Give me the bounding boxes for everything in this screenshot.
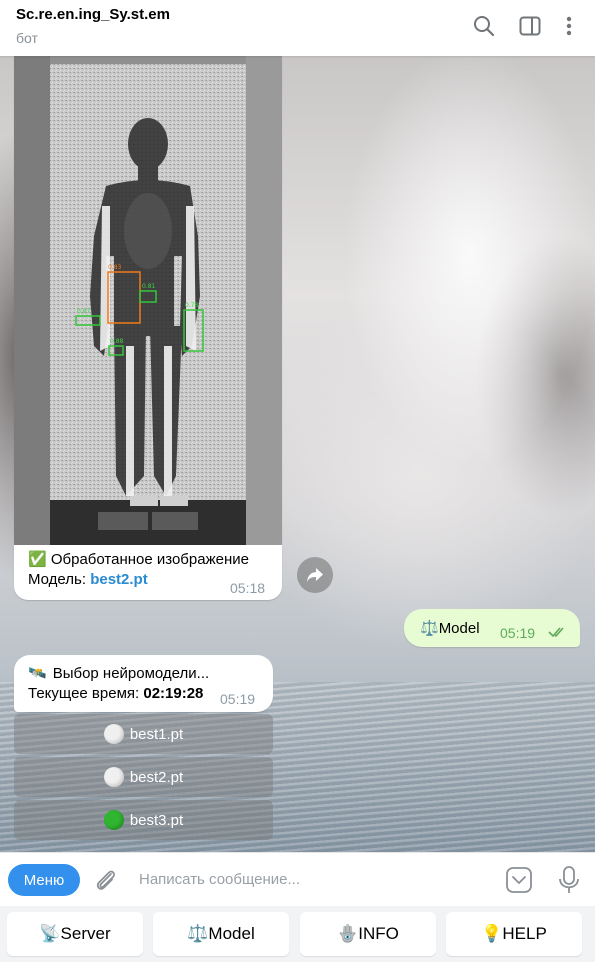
light-bulb-emoji: 💡 bbox=[481, 924, 503, 943]
caption-text: Обработанное изображение bbox=[50, 551, 249, 568]
outgoing-message[interactable]: ⚖️ Model 05:19 bbox=[404, 609, 580, 647]
chat-subtitle: бот bbox=[16, 30, 38, 46]
message-time: 05:19 bbox=[220, 691, 256, 707]
reply-button-help[interactable]: 💡 HELP bbox=[446, 912, 582, 956]
inline-button-best3[interactable]: best3.pt bbox=[14, 800, 273, 840]
reply-button-info[interactable]: 🪬 INFO bbox=[300, 912, 436, 956]
reply-button-label: Model bbox=[208, 924, 255, 943]
image-caption: ✅ Обработанное изображение Модель: best2… bbox=[28, 550, 249, 590]
more-vertical-icon[interactable] bbox=[555, 12, 583, 40]
satellite-emoji: 🛰️ bbox=[28, 665, 47, 682]
reply-button-label: HELP bbox=[502, 924, 547, 943]
white-circle-icon bbox=[103, 767, 124, 787]
green-circle-icon bbox=[103, 810, 124, 830]
message-time: 05:18 bbox=[230, 580, 266, 596]
scales-emoji: ⚖️ bbox=[420, 620, 439, 637]
detection-label: 0.87 bbox=[77, 308, 91, 315]
inline-button-label: best3.pt bbox=[129, 811, 184, 829]
incoming-message[interactable]: 🛰️ Выбор нейромодели... Текущее время: 0… bbox=[14, 655, 273, 712]
bot-keyboard-toggle-icon[interactable] bbox=[505, 866, 533, 899]
detection-label: 0.83 bbox=[108, 264, 122, 271]
attach-icon[interactable] bbox=[92, 866, 118, 899]
detection-label: 0.78 bbox=[185, 302, 199, 309]
reply-button-label: Server bbox=[60, 924, 111, 943]
read-checkmarks-icon bbox=[548, 627, 564, 638]
check-emoji: ✅ bbox=[28, 551, 47, 568]
chat-header: Sc.re.en.ing_Sy.st.em бот bbox=[0, 0, 595, 56]
reply-button-label: INFO bbox=[358, 924, 399, 943]
sidebar-panel-icon[interactable] bbox=[516, 12, 544, 40]
current-time-label: Текущее время: bbox=[28, 685, 140, 702]
inline-button-best1[interactable]: best1.pt bbox=[14, 714, 273, 754]
current-time-value: 02:19:28 bbox=[143, 685, 204, 702]
forward-button[interactable] bbox=[297, 557, 333, 593]
message-time: 05:19 bbox=[500, 625, 536, 641]
inline-button-label: best1.pt bbox=[129, 725, 184, 743]
message-input-bar: Меню Написать сообщение... bbox=[0, 852, 595, 907]
forward-icon bbox=[307, 568, 323, 582]
detection-label: 0.88 bbox=[110, 338, 124, 345]
inline-button-label: best2.pt bbox=[129, 768, 184, 786]
detection-label: 0.81 bbox=[142, 283, 156, 290]
model-name-link[interactable]: best2.pt bbox=[90, 571, 148, 588]
reply-button-model[interactable]: ⚖️ Model bbox=[153, 912, 289, 956]
xray-image[interactable]: 0.83 0.81 0.87 0.78 0.88 bbox=[14, 56, 282, 545]
inline-button-best2[interactable]: best2.pt bbox=[14, 757, 273, 797]
chat-title[interactable]: Sc.re.en.ing_Sy.st.em bbox=[16, 6, 170, 23]
microphone-icon[interactable] bbox=[558, 865, 580, 900]
satellite-dish-emoji: 📡 bbox=[39, 924, 61, 943]
scales-emoji: ⚖️ bbox=[187, 924, 209, 943]
white-circle-icon bbox=[103, 724, 124, 744]
menu-button[interactable]: Меню bbox=[8, 864, 80, 896]
message-input[interactable]: Написать сообщение... bbox=[139, 871, 300, 888]
hamsa-emoji: 🪬 bbox=[337, 924, 359, 943]
reply-button-server[interactable]: 📡 Server bbox=[7, 912, 143, 956]
outgoing-text: Model bbox=[438, 619, 480, 637]
image-message[interactable]: 0.83 0.81 0.87 0.78 0.88 ✅ Обработанное … bbox=[14, 56, 282, 600]
reply-keyboard: 📡 Server ⚖️ Model 🪬 INFO 💡 HELP bbox=[0, 906, 595, 962]
model-label: Модель: bbox=[28, 571, 87, 588]
incoming-line1: Выбор нейромодели... bbox=[52, 664, 210, 682]
search-icon[interactable] bbox=[470, 12, 498, 40]
